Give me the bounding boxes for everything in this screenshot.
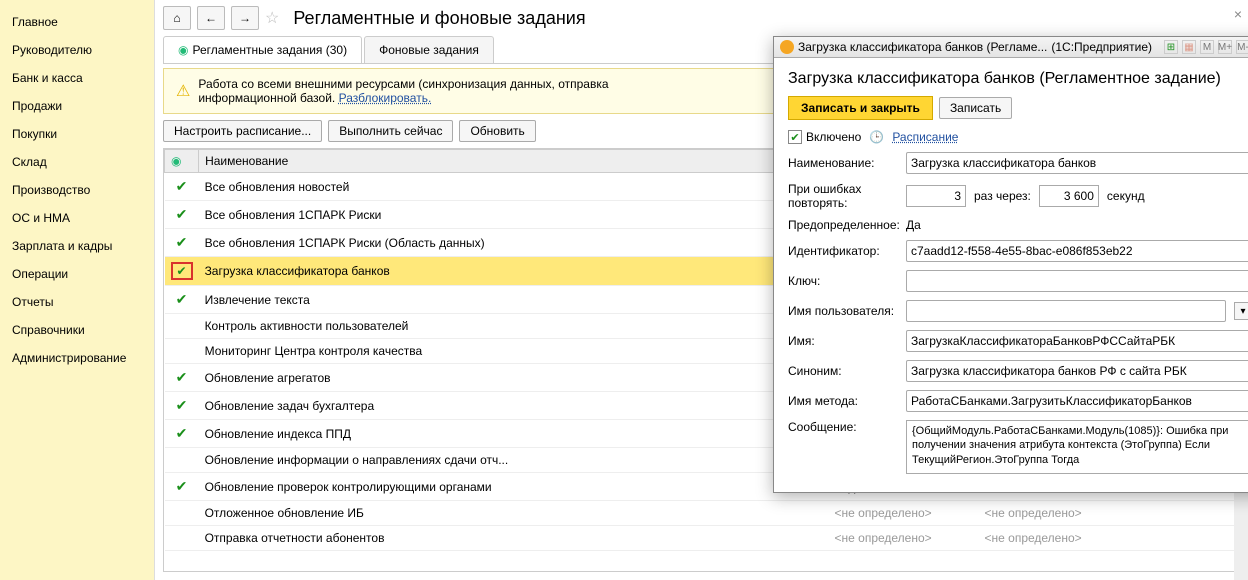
table-row[interactable]: Отправка отчетности абонентов<не определ… bbox=[165, 526, 1239, 551]
sidebar-item[interactable]: ОС и НМА bbox=[0, 204, 154, 232]
task-dialog: Загрузка классификатора банков (Регламе.… bbox=[773, 36, 1248, 493]
run-now-button[interactable]: Выполнить сейчас bbox=[328, 120, 453, 142]
interval-input[interactable] bbox=[1039, 185, 1099, 207]
mem-mplus[interactable]: M+ bbox=[1218, 40, 1232, 54]
schedule-link[interactable]: Расписание bbox=[892, 130, 958, 144]
id-input[interactable] bbox=[906, 240, 1248, 262]
tab[interactable]: ◉Регламентные задания (30) bbox=[163, 36, 362, 63]
sidebar-item[interactable]: Администрирование bbox=[0, 344, 154, 372]
calc-icon[interactable]: ⊞ bbox=[1164, 40, 1178, 54]
sidebar-item[interactable]: Справочники bbox=[0, 316, 154, 344]
warning-icon: ⚠ bbox=[176, 81, 190, 101]
sidebar-item[interactable]: Отчеты bbox=[0, 288, 154, 316]
sidebar-item[interactable]: Склад bbox=[0, 148, 154, 176]
forward-button[interactable]: → bbox=[231, 6, 259, 30]
mem-m[interactable]: M bbox=[1200, 40, 1214, 54]
back-button[interactable]: ← bbox=[197, 6, 225, 30]
close-icon[interactable]: × bbox=[1234, 6, 1242, 22]
dialog-titlebar[interactable]: Загрузка классификатора банков (Регламе.… bbox=[774, 37, 1248, 58]
refresh-button[interactable]: Обновить bbox=[459, 120, 535, 142]
calendar-icon[interactable]: ▦ bbox=[1182, 40, 1196, 54]
iname-input[interactable] bbox=[906, 330, 1248, 352]
sidebar-item[interactable]: Операции bbox=[0, 260, 154, 288]
sidebar-item[interactable]: Производство bbox=[0, 176, 154, 204]
dialog-wintitle2: (1С:Предприятие) bbox=[1051, 40, 1152, 54]
col-name[interactable]: Наименование bbox=[199, 150, 829, 173]
retry-input[interactable] bbox=[906, 185, 966, 207]
table-row[interactable]: Отложенное обновление ИБ<не определено><… bbox=[165, 501, 1239, 526]
dialog-wintitle: Загрузка классификатора банков (Регламе.… bbox=[798, 40, 1047, 54]
sidebar-item[interactable]: Банк и касса bbox=[0, 64, 154, 92]
user-input[interactable] bbox=[906, 300, 1226, 322]
save-button[interactable]: Записать bbox=[939, 97, 1012, 119]
sidebar-item[interactable]: Руководителю bbox=[0, 36, 154, 64]
syn-input[interactable] bbox=[906, 360, 1248, 382]
user-select-button[interactable]: ▾ bbox=[1234, 302, 1248, 320]
main: × ⌂ ← → ☆ Регламентные и фоновые задания… bbox=[155, 0, 1248, 580]
sidebar-item[interactable]: Главное bbox=[0, 8, 154, 36]
sidebar: ГлавноеРуководителюБанк и кассаПродажиПо… bbox=[0, 0, 155, 580]
configure-schedule-button[interactable]: Настроить расписание... bbox=[163, 120, 322, 142]
favorite-icon[interactable]: ☆ bbox=[265, 8, 279, 28]
mem-mminus[interactable]: M- bbox=[1236, 40, 1248, 54]
enabled-checkbox[interactable]: ✔Включено bbox=[788, 130, 861, 144]
clock-icon: 🕒 bbox=[869, 130, 884, 144]
sidebar-item[interactable]: Зарплата и кадры bbox=[0, 232, 154, 260]
info-text2: информационной базой. bbox=[198, 91, 335, 105]
method-input[interactable] bbox=[906, 390, 1248, 412]
save-close-button[interactable]: Записать и закрыть bbox=[788, 96, 933, 120]
predef-value: Да bbox=[906, 218, 921, 232]
home-button[interactable]: ⌂ bbox=[163, 6, 191, 30]
sidebar-item[interactable]: Покупки bbox=[0, 120, 154, 148]
info-text: Работа со всеми внешними ресурсами (синх… bbox=[198, 77, 608, 91]
unlock-link[interactable]: Разблокировать. bbox=[339, 91, 432, 105]
message-box[interactable]: {ОбщийМодуль.РаботаСБанками.Модуль(1085)… bbox=[906, 420, 1248, 474]
dialog-heading: Загрузка классификатора банков (Регламен… bbox=[788, 70, 1248, 88]
sidebar-item[interactable]: Продажи bbox=[0, 92, 154, 120]
app-icon bbox=[780, 40, 794, 54]
name-input[interactable] bbox=[906, 152, 1248, 174]
tab[interactable]: Фоновые задания bbox=[364, 36, 494, 63]
key-input[interactable] bbox=[906, 270, 1248, 292]
toolbar: ⌂ ← → ☆ Регламентные и фоновые задания bbox=[155, 0, 1248, 36]
page-title: Регламентные и фоновые задания bbox=[293, 8, 585, 29]
col-enabled[interactable]: ◉ bbox=[165, 150, 199, 173]
